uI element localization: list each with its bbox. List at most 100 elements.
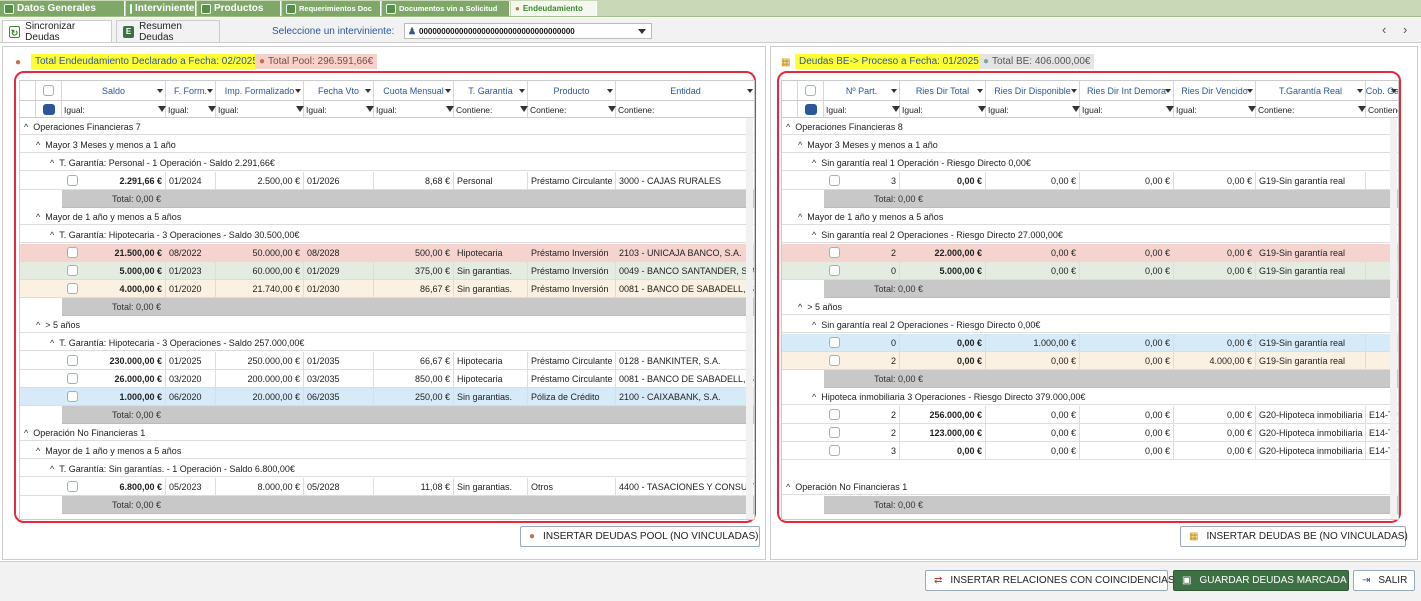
subgroup-header[interactable]: Mayor de 1 año y menos a 5 años bbox=[782, 208, 1398, 225]
filter-dropdown-icon[interactable] bbox=[1165, 89, 1171, 93]
filter-icon[interactable] bbox=[520, 106, 528, 112]
column-filter[interactable]: Contiene: bbox=[454, 101, 528, 118]
filter-dropdown-icon[interactable] bbox=[891, 89, 897, 93]
column-header[interactable]: Ries Dir Disponible bbox=[986, 81, 1080, 101]
tab-productos[interactable]: Productos bbox=[197, 1, 281, 16]
subgroup-header[interactable]: Sin garantía real 2 Operaciones - Riesgo… bbox=[782, 316, 1398, 333]
table-row[interactable]: 26.000,00 €03/2020 200.000,00 €03/2035 850… bbox=[20, 370, 754, 388]
column-filter[interactable]: Contiene: bbox=[528, 101, 616, 118]
filter-icon[interactable] bbox=[1248, 106, 1256, 112]
column-header[interactable]: T.Garantía Real bbox=[1256, 81, 1366, 101]
group-header[interactable]: Operación No Financieras 1 bbox=[782, 478, 1398, 495]
filter-icon[interactable] bbox=[208, 106, 216, 112]
table-row[interactable]: 0 0,00 €1.000,00 €0,00 €0,00 € G19-Sin gar… bbox=[782, 334, 1398, 352]
filter-icon[interactable] bbox=[978, 106, 986, 112]
filter-icon[interactable] bbox=[296, 106, 304, 112]
tab-endeudamiento[interactable]: ● Endeudamiento bbox=[511, 1, 597, 16]
subgroup-header[interactable]: T. Garantía: Personal - 1 Operación - Sa… bbox=[20, 154, 754, 171]
filter-icon[interactable] bbox=[1358, 106, 1366, 112]
filter-dropdown-icon[interactable] bbox=[445, 89, 451, 93]
column-header[interactable]: Ries Dir Total bbox=[900, 81, 986, 101]
subgroup-header[interactable]: Sin garantía real 2 Operaciones - Riesgo… bbox=[782, 226, 1398, 243]
chevron-right-icon[interactable]: › bbox=[1403, 22, 1407, 37]
subgroup-header[interactable]: Mayor de 1 año y menos a 5 años bbox=[20, 208, 754, 225]
save-marked-debts-button[interactable]: ▣ GUARDAR DEUDAS MARCADA bbox=[1173, 570, 1349, 591]
insert-pool-debts-button[interactable]: ● INSERTAR DEUDAS POOL (NO VINCULADAS) bbox=[520, 526, 760, 547]
column-header[interactable]: Nº Part. bbox=[824, 81, 900, 101]
filter-dropdown-icon[interactable] bbox=[977, 89, 983, 93]
column-filter[interactable]: Igual: bbox=[62, 101, 166, 118]
subgroup-header[interactable]: Sin garantía real 1 Operación - Riesgo D… bbox=[782, 154, 1398, 171]
subgroup-header[interactable]: Mayor 3 Meses y menos a 1 año bbox=[782, 136, 1398, 153]
table-row[interactable]: 2.291,66 €01/2024 2.500,00 €01/2026 8,68 €… bbox=[20, 172, 754, 190]
header-select-all[interactable] bbox=[798, 81, 824, 101]
column-filter[interactable]: Igual: bbox=[824, 101, 900, 118]
column-header[interactable]: Saldo bbox=[62, 81, 166, 101]
filter-dropdown-icon[interactable] bbox=[747, 89, 753, 93]
filter-icon[interactable] bbox=[446, 106, 454, 112]
table-row[interactable]: 3 0,00 €0,00 €0,00 €0,00 € G20-Hipoteca in… bbox=[782, 442, 1398, 460]
filter-icon[interactable] bbox=[1166, 106, 1174, 112]
chevron-left-icon[interactable]: ‹ bbox=[1382, 22, 1386, 37]
table-row[interactable]: 2 22.000,00 €0,00 €0,00 €0,00 € G19-Sin ga… bbox=[782, 244, 1398, 262]
filter-dropdown-icon[interactable] bbox=[1357, 89, 1363, 93]
filter-dropdown-icon[interactable] bbox=[1391, 89, 1397, 93]
vertical-scrollbar[interactable] bbox=[746, 118, 753, 519]
column-header[interactable]: Fecha Vto bbox=[304, 81, 374, 101]
subgroup-header[interactable]: T. Garantía: Sin garantías. - 1 Operació… bbox=[20, 460, 754, 477]
table-row[interactable]: 4.000,00 €01/2020 21.740,00 €01/2030 86,67… bbox=[20, 280, 754, 298]
column-header[interactable]: Imp. Formalizado bbox=[216, 81, 304, 101]
table-row[interactable]: 2 0,00 €0,00 €0,00 €4.000,00 € G19-Sin gar… bbox=[782, 352, 1398, 370]
column-filter[interactable]: Igual: bbox=[900, 101, 986, 118]
tab-documentos-vin-solicitud[interactable]: Documentos vin a Solicitud bbox=[382, 1, 510, 16]
insert-relations-button[interactable]: ⇄ INSERTAR RELACIONES CON COINCIDENCIAS bbox=[925, 570, 1175, 591]
table-row[interactable]: 2 123.000,00 €0,00 €0,00 €0,00 € G20-Hipot… bbox=[782, 424, 1398, 442]
column-filter[interactable]: Igual: bbox=[216, 101, 304, 118]
filter-icon[interactable] bbox=[366, 106, 374, 112]
column-filter[interactable]: Igual: bbox=[374, 101, 454, 118]
subgroup-header[interactable]: T. Garantía: Hipotecaria - 3 Operaciones… bbox=[20, 334, 754, 351]
column-filter[interactable]: Contiene bbox=[1366, 101, 1398, 118]
table-row[interactable]: 230.000,00 €01/2025 250.000,00 €01/2035 66… bbox=[20, 352, 754, 370]
select-all-checkbox[interactable] bbox=[43, 85, 54, 96]
column-filter[interactable]: Igual: bbox=[1080, 101, 1174, 118]
column-header[interactable]: Ries Dir Vencido bbox=[1174, 81, 1256, 101]
filter-toggle-icon[interactable] bbox=[805, 104, 817, 115]
filter-icon[interactable] bbox=[892, 106, 900, 112]
filter-icon[interactable] bbox=[608, 106, 616, 112]
column-header[interactable]: Producto bbox=[528, 81, 616, 101]
table-row[interactable]: 2 256.000,00 €0,00 €0,00 €0,00 € G20-Hipot… bbox=[782, 406, 1398, 424]
group-header[interactable]: Operación No Financieras 1 bbox=[20, 424, 754, 441]
column-filter[interactable]: Igual: bbox=[304, 101, 374, 118]
filter-toggle-icon[interactable] bbox=[43, 104, 55, 115]
subgroup-header[interactable]: Mayor de 1 año y menos a 5 años bbox=[20, 442, 754, 459]
table-row[interactable]: 1.000,00 €06/2020 20.000,00 €06/2035 250,0… bbox=[20, 388, 754, 406]
table-row[interactable]: 0 5.000,00 €0,00 €0,00 €0,00 € G19-Sin gar… bbox=[782, 262, 1398, 280]
vertical-scrollbar[interactable] bbox=[1390, 118, 1397, 519]
table-row[interactable]: 21.500,00 €08/2022 50.000,00 €08/2028 500,… bbox=[20, 244, 754, 262]
subgroup-header[interactable]: Hipoteca inmobiliaria 3 Operaciones - Ri… bbox=[782, 388, 1398, 405]
column-header[interactable]: Entidad bbox=[616, 81, 754, 101]
column-header[interactable]: T. Garantía bbox=[454, 81, 528, 101]
column-filter[interactable]: Contiene: bbox=[1256, 101, 1366, 118]
column-header[interactable]: Cuota Mensual bbox=[374, 81, 454, 101]
column-header[interactable]: Ries Dir Int Demora bbox=[1080, 81, 1174, 101]
tab-datos-generales[interactable]: Datos Generales bbox=[0, 1, 125, 16]
filter-dropdown-icon[interactable] bbox=[365, 89, 371, 93]
subgroup-header[interactable]: > 5 años bbox=[782, 298, 1398, 315]
insert-be-debts-button[interactable]: ▦ INSERTAR DEUDAS BE (NO VINCULADAS) bbox=[1180, 526, 1408, 547]
tab-sincronizar-deudas[interactable]: ↻ Sincronizar Deudas bbox=[2, 20, 112, 43]
group-header[interactable]: Operaciones Financieras 7 bbox=[20, 118, 754, 135]
header-select-all[interactable] bbox=[36, 81, 62, 101]
tab-resumen-deudas[interactable]: E Resumen Deudas bbox=[116, 20, 220, 43]
column-filter[interactable]: Igual: bbox=[986, 101, 1080, 118]
column-filter[interactable]: Igual: bbox=[1174, 101, 1256, 118]
table-row[interactable]: 5.000,00 €01/2023 60.000,00 €01/2029 375,0… bbox=[20, 262, 754, 280]
filter-dropdown-icon[interactable] bbox=[519, 89, 525, 93]
tab-intervinientes[interactable]: Intervinientes bbox=[126, 1, 196, 16]
table-row[interactable]: 6.800,00 €05/2023 8.000,00 €05/2028 11,08 … bbox=[20, 478, 754, 496]
filter-dropdown-icon[interactable] bbox=[157, 89, 163, 93]
interviniente-select[interactable]: ♟ 00000000000000000000000000000000000 bbox=[404, 23, 652, 39]
select-all-checkbox[interactable] bbox=[805, 85, 816, 96]
table-row[interactable]: 3 0,00 €0,00 €0,00 €0,00 € G19-Sin garantí… bbox=[782, 172, 1398, 190]
